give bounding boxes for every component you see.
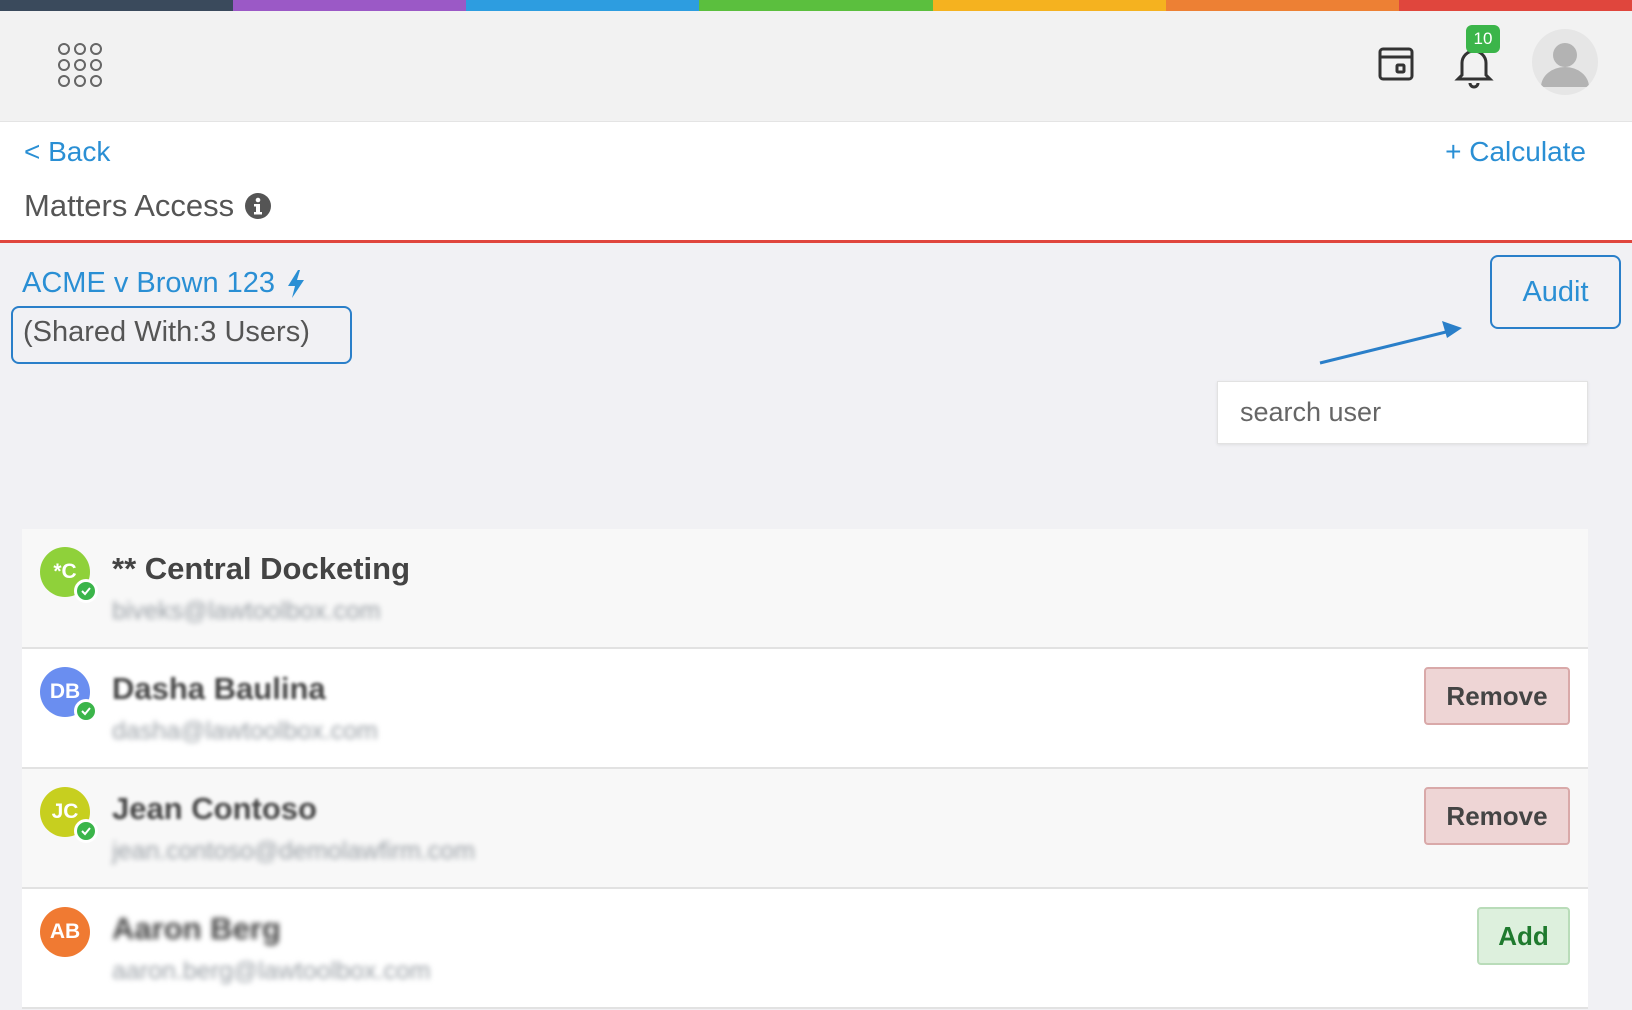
lightning-bolt-icon	[288, 269, 305, 298]
user-initials: AB	[49, 920, 81, 943]
audit-button[interactable]: Audit	[1490, 255, 1621, 329]
rainbow-segment	[466, 0, 700, 11]
apps-grid-icon[interactable]	[56, 41, 104, 89]
top-bar: 10	[0, 11, 1632, 121]
user-name: Jean Contoso	[112, 791, 317, 826]
matter-name: ACME v Brown 123	[22, 267, 276, 299]
add-user-button[interactable]: Add	[1477, 907, 1570, 965]
main-content: ACME v Brown 123 (Shared With:3 Users) A…	[0, 243, 1632, 1010]
rainbow-segment	[932, 0, 1166, 11]
user-email: aaron.berg@lawtoolbox.com	[112, 957, 431, 985]
user-row: JC Jean Contoso jean.contoso@demolawfirm…	[22, 769, 1588, 889]
page-header: < Back + Calculate Matters Access	[0, 121, 1632, 243]
user-initials: JC	[51, 800, 79, 823]
verified-check-icon	[74, 579, 98, 603]
back-link[interactable]: < Back	[24, 136, 110, 168]
rainbow-segment	[233, 0, 467, 11]
user-avatar-icon[interactable]	[1532, 29, 1598, 95]
remove-user-button[interactable]: Remove	[1424, 787, 1570, 845]
calculate-link[interactable]: + Calculate	[1445, 136, 1586, 168]
verified-check-icon	[74, 699, 98, 723]
search-user-input[interactable]	[1217, 381, 1588, 444]
user-name: Aaron Berg	[112, 911, 281, 946]
rainbow-segment	[699, 0, 933, 11]
shared-with-text: (Shared With:3 Users)	[23, 316, 310, 348]
user-name: Dasha Baulina	[112, 671, 326, 706]
remove-user-button[interactable]: Remove	[1424, 667, 1570, 725]
rainbow-segment	[0, 0, 234, 11]
notification-count-badge: 10	[1466, 25, 1500, 53]
annotation-arrow-icon	[1319, 321, 1462, 365]
user-email: biveks@lawtoolbox.com	[112, 597, 381, 625]
user-list: *C ** Central Docketing biveks@lawtoolbo…	[22, 529, 1588, 1009]
rainbow-segment	[1165, 0, 1399, 11]
user-name: ** Central Docketing	[112, 551, 411, 586]
user-row: *C ** Central Docketing biveks@lawtoolbo…	[22, 529, 1588, 649]
page-title: Matters Access	[24, 188, 272, 224]
user-email: jean.contoso@demolawfirm.com	[112, 837, 476, 865]
user-email: dasha@lawtoolbox.com	[112, 717, 378, 745]
user-initials: DB	[49, 680, 81, 703]
rainbow-segment	[1398, 0, 1632, 11]
shared-with-highlight: (Shared With:3 Users)	[11, 306, 352, 364]
verified-check-icon	[74, 819, 98, 843]
page-title-text: Matters Access	[24, 188, 235, 223]
user-initials: *C	[53, 560, 77, 583]
user-row: DB Dasha Baulina dasha@lawtoolbox.com Re…	[22, 649, 1588, 769]
user-row: AB Aaron Berg aaron.berg@lawtoolbox.com …	[22, 889, 1588, 1009]
user-avatar: AB	[40, 907, 90, 957]
matter-link[interactable]: ACME v Brown 123	[22, 267, 307, 300]
rainbow-strip	[0, 0, 1632, 11]
info-icon[interactable]	[244, 192, 272, 220]
calendar-icon[interactable]	[1374, 41, 1418, 85]
